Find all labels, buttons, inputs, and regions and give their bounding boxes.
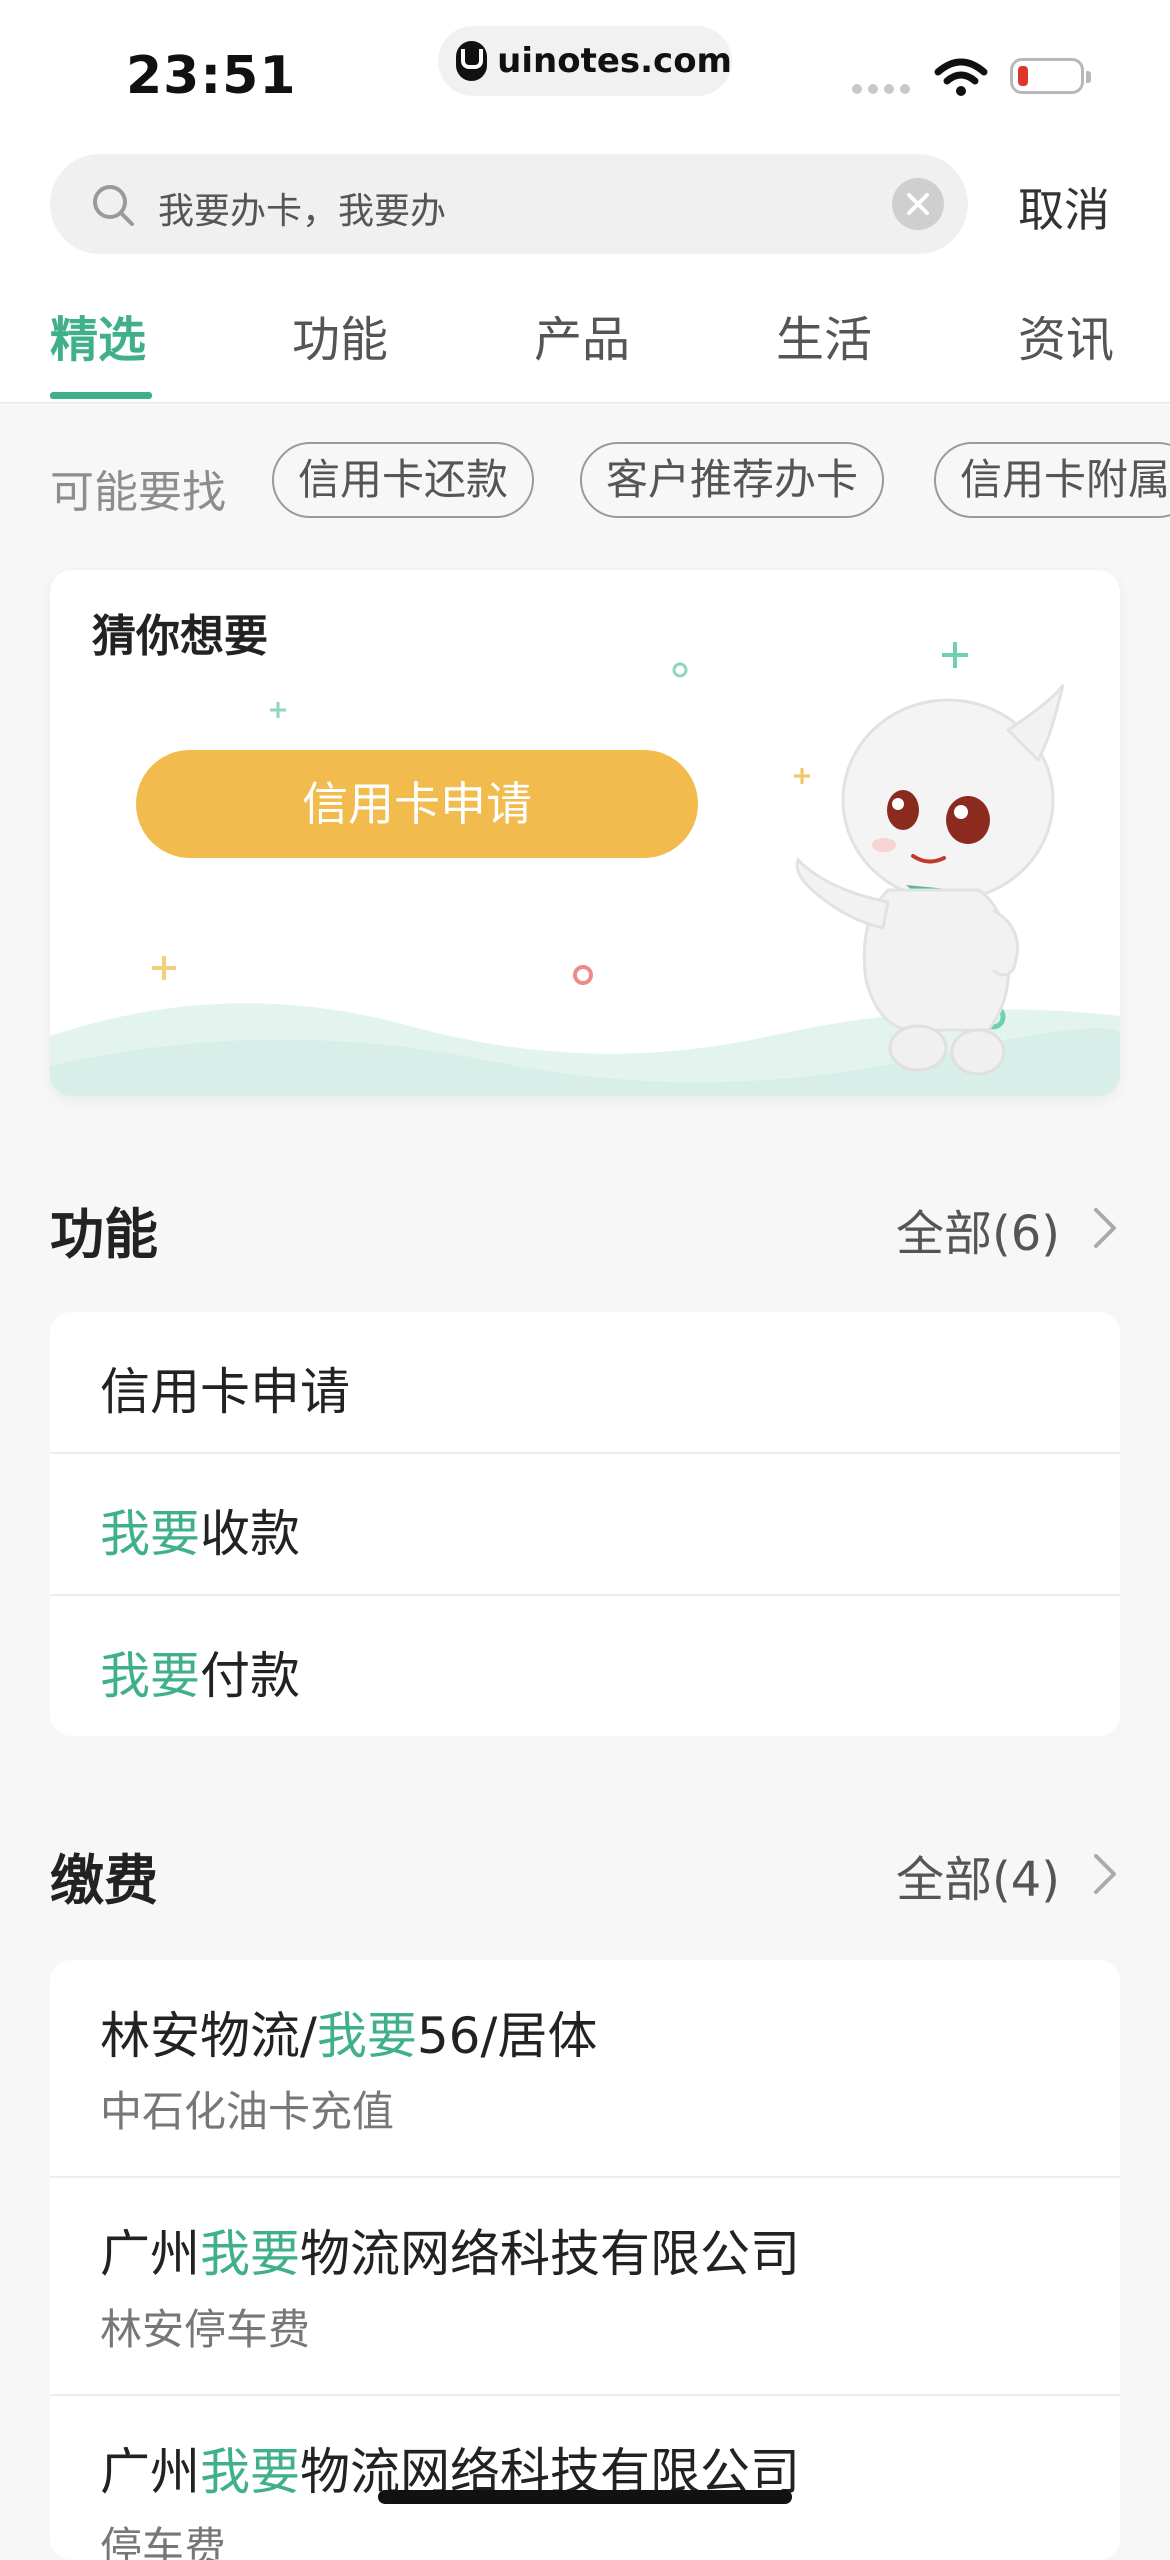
site-logo-icon (456, 41, 488, 81)
chevron-right-icon (1094, 1208, 1116, 1248)
payments-section-title: 缴费 (50, 1849, 158, 1912)
payments-list: 林安物流/我要56/居体 中石化油卡充值 广州我要物流网络科技有限公司 林安停车… (50, 1960, 1120, 2560)
suggestion-chip[interactable]: 信用卡还款 (272, 442, 535, 518)
search-value: 我要办卡，我要办 (158, 191, 447, 232)
sparkle-icon (270, 702, 286, 718)
tab-divider (0, 402, 1170, 404)
chevron-right-icon (1094, 1854, 1116, 1894)
circle-icon (573, 965, 593, 985)
clear-search-button[interactable] (892, 178, 944, 230)
search-icon (93, 185, 134, 226)
list-item[interactable]: 林安物流/我要56/居体 中石化油卡充值 (50, 1960, 1120, 2178)
status-time: 23:51 (126, 46, 297, 106)
item-label: 广州我要物流网络科技有限公司 (100, 2225, 800, 2283)
functions-view-all-link[interactable]: 全部(6) (896, 1194, 1060, 1264)
circle-icon (672, 662, 688, 678)
suggestion-chip[interactable]: 客户推荐办卡 (580, 442, 885, 518)
wifi-icon (934, 58, 988, 96)
search-input[interactable]: 我要办卡，我要办 (50, 154, 968, 254)
item-label: 林安物流/我要56/居体 (100, 2007, 598, 2065)
close-icon (907, 193, 929, 215)
credit-card-apply-button[interactable]: 信用卡申请 (136, 750, 698, 858)
functions-list: 信用卡申请 我要收款 我要付款 (50, 1312, 1120, 1736)
guess-card: 猜你想要 信用卡申请 (50, 570, 1120, 1096)
url-text: uinotes.com (497, 41, 732, 81)
active-tab-indicator (50, 392, 152, 399)
payments-view-all-link[interactable]: 全部(4) (896, 1840, 1060, 1910)
guess-title: 猜你想要 (92, 611, 268, 662)
item-label: 我要付款 (100, 1647, 300, 1705)
item-label: 信用卡申请 (100, 1363, 350, 1421)
tab-news[interactable]: 资讯 (1018, 300, 1114, 370)
list-item[interactable]: 信用卡申请 (50, 1312, 1120, 1454)
tab-life[interactable]: 生活 (776, 300, 872, 370)
suggestion-chip[interactable]: 信用卡附属 (934, 442, 1170, 518)
list-item[interactable]: 我要收款 (50, 1454, 1120, 1596)
list-item[interactable]: 广州我要物流网络科技有限公司 停车费 (50, 2396, 1120, 2560)
list-item[interactable]: 我要付款 (50, 1596, 1120, 1736)
cancel-button[interactable]: 取消 (1018, 174, 1110, 240)
sparkle-icon (942, 642, 968, 668)
mascot-icon (795, 684, 1065, 1076)
item-subtitle: 中石化油卡充值 (100, 2087, 395, 2136)
functions-section-title: 功能 (50, 1203, 158, 1266)
home-indicator[interactable] (378, 2490, 792, 2504)
list-item[interactable]: 广州我要物流网络科技有限公司 林安停车费 (50, 2178, 1120, 2396)
tab-functions[interactable]: 功能 (292, 300, 388, 370)
battery-icon (1010, 58, 1091, 94)
sparkle-icon (152, 956, 176, 980)
tab-products[interactable]: 产品 (534, 300, 630, 370)
item-subtitle: 停车费 (100, 2523, 227, 2560)
cellular-signal-icon (852, 84, 910, 94)
item-label: 我要收款 (100, 1505, 300, 1563)
item-subtitle: 林安停车费 (100, 2305, 311, 2354)
url-pill[interactable]: uinotes.com (438, 26, 732, 96)
tab-selected[interactable]: 精选 (50, 300, 146, 370)
suggestions-label: 可能要找 (50, 467, 226, 518)
